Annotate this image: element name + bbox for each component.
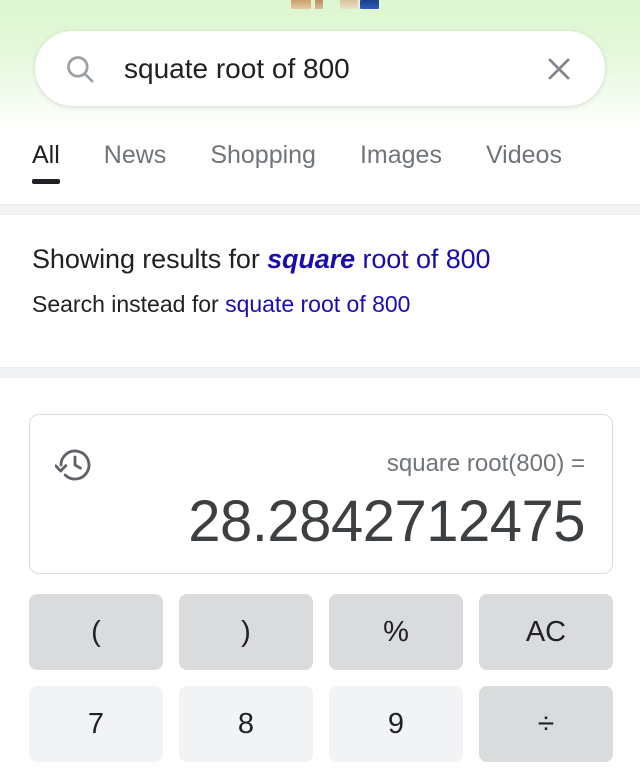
key-all-clear[interactable]: AC <box>479 594 613 670</box>
tab-images[interactable]: Images <box>360 132 442 170</box>
cutoff-thumbnail-1 <box>291 0 311 9</box>
showing-results-rest[interactable]: root of 800 <box>355 244 490 274</box>
key-percent[interactable]: % <box>329 594 463 670</box>
cutoff-thumbnail-3 <box>340 0 358 9</box>
section-separator-top <box>0 204 640 215</box>
close-icon[interactable] <box>543 53 575 85</box>
key-8[interactable]: 8 <box>179 686 313 762</box>
search-instead-link[interactable]: squate root of 800 <box>225 291 410 317</box>
calculator-expression: square root(800) = <box>386 450 585 477</box>
search-icon <box>63 52 97 86</box>
showing-results-corrected-term[interactable]: square <box>267 244 355 274</box>
search-bar[interactable] <box>35 31 605 106</box>
tab-all-label: All <box>32 141 60 169</box>
tab-images-label: Images <box>359 141 442 169</box>
search-tabs: All News Shopping Images Videos <box>0 132 640 198</box>
key-close-paren[interactable]: ) <box>179 594 313 670</box>
search-input[interactable] <box>124 52 543 85</box>
calculator-display: square root(800) = 28.2842712475 <box>29 414 613 574</box>
tab-shopping-label: Shopping <box>210 141 316 169</box>
tab-all[interactable]: All <box>32 132 60 184</box>
spelling-correction-block: Showing results for square root of 800 S… <box>32 240 612 320</box>
key-9[interactable]: 9 <box>329 686 463 762</box>
tab-news[interactable]: News <box>104 132 167 170</box>
tab-shopping[interactable]: Shopping <box>210 132 316 170</box>
tab-videos[interactable]: Videos <box>486 132 562 170</box>
calculator-result: 28.2842712475 <box>188 489 585 554</box>
cutoff-thumbnail-4 <box>360 0 379 9</box>
section-separator-bottom <box>0 367 640 378</box>
tab-news-label: News <box>103 141 167 169</box>
tab-videos-label: Videos <box>485 141 562 169</box>
cutoff-thumbnail-2 <box>315 0 323 9</box>
showing-results-lead: Showing results for <box>32 244 268 274</box>
page-top-cutoff-sliver <box>0 0 640 9</box>
calculator-widget: square root(800) = 28.2842712475 ( ) % A… <box>29 414 613 762</box>
calculator-keypad: ( ) % AC 7 8 9 ÷ <box>29 594 613 762</box>
search-instead-lead: Search instead for <box>32 291 226 317</box>
search-tabs-list: All News Shopping Images Videos <box>0 132 640 198</box>
key-open-paren[interactable]: ( <box>29 594 163 670</box>
history-icon[interactable] <box>54 445 95 485</box>
key-7[interactable]: 7 <box>29 686 163 762</box>
showing-results-line: Showing results for square root of 800 <box>32 240 612 278</box>
key-divide[interactable]: ÷ <box>479 686 613 762</box>
search-instead-line: Search instead for squate root of 800 <box>32 288 612 320</box>
